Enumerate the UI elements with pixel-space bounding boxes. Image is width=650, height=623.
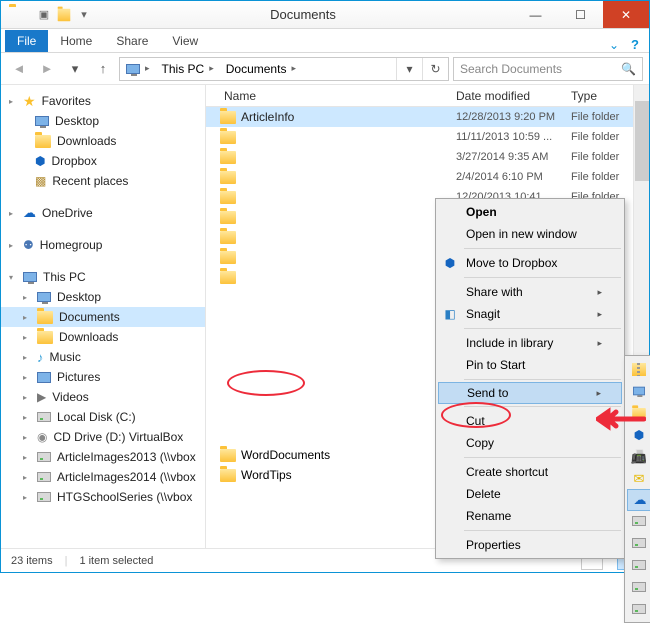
tree-desktop[interactable]: Desktop (1, 111, 205, 131)
ctx-snagit[interactable]: ◧Snagit▸ (438, 303, 622, 325)
annotation-circle-onedrive (441, 402, 511, 428)
file-wordtips[interactable]: WordTips (206, 465, 330, 485)
ctx-rename[interactable]: Rename (438, 505, 622, 527)
sendto-net-h[interactable]: Windows_8_64-bit (\\vboxsrv) (H:) (627, 598, 650, 620)
tree-pc-desktop[interactable]: ▸Desktop (1, 287, 205, 307)
status-selected: 1 item selected (79, 555, 153, 567)
refresh-button[interactable]: ↻ (422, 58, 448, 80)
tree-pc-net2[interactable]: ▸ArticleImages2014 (\\vbox (1, 467, 205, 487)
ctx-newwindow[interactable]: Open in new window (438, 223, 622, 245)
sendto-onedrive[interactable]: ☁OneDrive↖ (627, 489, 650, 511)
min-button[interactable]: — (513, 1, 558, 28)
tree-dropbox[interactable]: ⬢Dropbox (1, 151, 205, 171)
crumb-pc[interactable]: This PC (162, 62, 205, 76)
close-button[interactable]: ✕ (603, 1, 649, 28)
tree-pc-cddrlve[interactable]: ▸◉CD Drive (D:) VirtualBox (1, 427, 205, 447)
tree-pc-videos[interactable]: ▸▶Videos (1, 387, 205, 407)
file-row[interactable]: 11/11/2013 10:59 ...File folder (206, 127, 649, 147)
annotation-arrow (596, 407, 646, 431)
recent-dropdown[interactable]: ▾ (63, 57, 87, 81)
search-icon: 🔍 (621, 62, 636, 76)
max-button[interactable]: ☐ (558, 1, 603, 28)
tab-share[interactable]: Share (104, 30, 160, 52)
tree-pc-pictures[interactable]: ▸Pictures (1, 367, 205, 387)
sendto-desktop[interactable]: Desktop (create shortcut) (627, 380, 650, 402)
back-button[interactable]: ◄ (7, 57, 31, 81)
tree-pc-localdisk[interactable]: ▸Local Disk (C:) (1, 407, 205, 427)
ctx-shortcut[interactable]: Create shortcut (438, 461, 622, 483)
pc-icon (126, 64, 140, 74)
ribbon-tabs: File Home Share View ⌄ ? (1, 29, 649, 53)
ctx-pin[interactable]: Pin to Start (438, 354, 622, 376)
tree-thispc[interactable]: ▾This PC (1, 267, 205, 287)
window-title: Documents (93, 7, 513, 22)
tree-pc-net3[interactable]: ▸HTGSchoolSeries (\\vbox (1, 487, 205, 507)
file-row[interactable]: ArticleInfo12/28/2013 9:20 PMFile folder (206, 107, 649, 127)
col-date[interactable]: Date modified (456, 89, 571, 103)
forward-button[interactable]: ► (35, 57, 59, 81)
addr-dropdown-icon[interactable]: ▾ (396, 58, 422, 80)
sendto-fax[interactable]: 📠Fax recipient (627, 446, 650, 468)
ctx-properties[interactable]: Properties (438, 534, 622, 556)
crumb-docs[interactable]: Documents (226, 62, 287, 76)
ctx-dropbox[interactable]: ⬢Move to Dropbox (438, 252, 622, 274)
titlebar: ▣ ▾ Documents — ☐ ✕ (1, 1, 649, 29)
tree-favorites[interactable]: ▸★Favorites (1, 91, 205, 111)
tab-view[interactable]: View (160, 30, 210, 52)
tab-file[interactable]: File (5, 30, 48, 52)
annotation-circle-sendto (227, 370, 305, 396)
tree-recent[interactable]: ▩Recent places (1, 171, 205, 191)
tree-homegroup[interactable]: ▸⚉Homegroup (1, 235, 205, 255)
address-bar: ◄ ► ▾ ↑ ▸ This PC▸ Documents▸ ▾ ↻ Search… (1, 53, 649, 85)
tree-pc-music[interactable]: ▸♪Music (1, 347, 205, 367)
tree-pc-downloads[interactable]: ▸Downloads (1, 327, 205, 347)
ctx-copy[interactable]: Copy (438, 432, 622, 454)
ctx-sendto[interactable]: Send to▸ (438, 382, 622, 404)
app-icon (9, 7, 25, 23)
file-row[interactable]: 2/4/2014 6:10 PMFile folder (206, 167, 649, 187)
search-placeholder: Search Documents (460, 62, 562, 76)
sendto-mail[interactable]: ✉Mail recipient (627, 468, 650, 490)
ctx-delete[interactable]: Delete (438, 483, 622, 505)
help-icon[interactable]: ? (625, 37, 645, 52)
sendto-zip[interactable]: Compressed (zipped) folder (627, 358, 650, 380)
search-input[interactable]: Search Documents 🔍 (453, 57, 643, 81)
qat-newfolder-icon[interactable] (55, 6, 73, 24)
sendto-net-g[interactable]: HTGSchoolSeries (\\vboxsrv) (G:) (627, 576, 650, 598)
qat-properties-icon[interactable]: ▣ (35, 6, 53, 24)
ribbon-expand-icon[interactable]: ⌄ (603, 38, 625, 52)
ctx-sharewith[interactable]: Share with▸ (438, 281, 622, 303)
explorer-window: ▣ ▾ Documents — ☐ ✕ File Home Share View… (0, 0, 650, 573)
status-itemcount: 23 items (11, 555, 53, 567)
context-menu: Open Open in new window ⬢Move to Dropbox… (435, 198, 625, 559)
tree-downloads[interactable]: Downloads (1, 131, 205, 151)
file-worddocs[interactable]: WordDocuments (206, 445, 330, 465)
tree-pc-net1[interactable]: ▸ArticleImages2013 (\\vbox (1, 447, 205, 467)
sendto-submenu: Compressed (zipped) folder Desktop (crea… (624, 355, 650, 623)
tree-onedrive[interactable]: ▸☁OneDrive (1, 203, 205, 223)
nav-tree: ▸★Favorites Desktop Downloads ⬢Dropbox ▩… (1, 85, 206, 548)
file-row[interactable]: 3/27/2014 9:35 AMFile folder (206, 147, 649, 167)
sendto-net-e[interactable]: ArticleImages2013 (\\vboxsrv) (E:) (627, 532, 650, 554)
up-button[interactable]: ↑ (91, 57, 115, 81)
col-name[interactable]: Name (206, 89, 456, 103)
column-headers[interactable]: Name Date modified Type (206, 85, 649, 107)
sendto-localdisk[interactable]: Local Disk (C:) (627, 510, 650, 532)
qat-dropdown-icon[interactable]: ▾ (75, 6, 93, 24)
file-list-pane: Name Date modified Type ArticleInfo12/28… (206, 85, 649, 548)
ctx-library[interactable]: Include in library▸ (438, 332, 622, 354)
ctx-open[interactable]: Open (438, 201, 622, 223)
tree-pc-documents[interactable]: ▸Documents (1, 307, 205, 327)
tab-home[interactable]: Home (48, 30, 104, 52)
breadcrumb[interactable]: ▸ This PC▸ Documents▸ ▾ ↻ (119, 57, 449, 81)
